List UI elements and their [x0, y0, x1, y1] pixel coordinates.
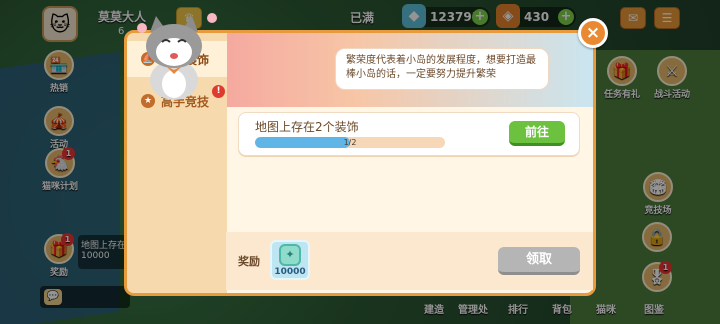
- claim-button[interactable]: 领取: [498, 247, 580, 275]
- close-button[interactable]: ×: [578, 18, 608, 48]
- reward-quantity: 10000: [274, 267, 306, 277]
- reward-section: 奖励 ✦ 10000 领取: [226, 232, 593, 290]
- task-title: 地图上存在2个装饰: [255, 120, 359, 134]
- task-row: 地图上存在2个装饰 1/2 前往: [238, 112, 580, 156]
- ticket-icon: ✦: [279, 244, 301, 266]
- reward-item[interactable]: ✦ 10000: [270, 240, 310, 280]
- cat-mascot-image: [137, 13, 217, 100]
- hint-bubble: 繁荣度代表着小岛的发展程度，想要打造最棒小岛的话，一定要努力提升繁荣: [335, 48, 549, 90]
- go-button[interactable]: 前往: [509, 121, 565, 146]
- task-progress-text: 1/2: [343, 138, 357, 147]
- hint-text: 繁荣度代表着小岛的发展程度，想要打造最棒小岛的话，一定要努力提升繁荣: [346, 55, 536, 80]
- reward-label: 奖励: [238, 255, 260, 268]
